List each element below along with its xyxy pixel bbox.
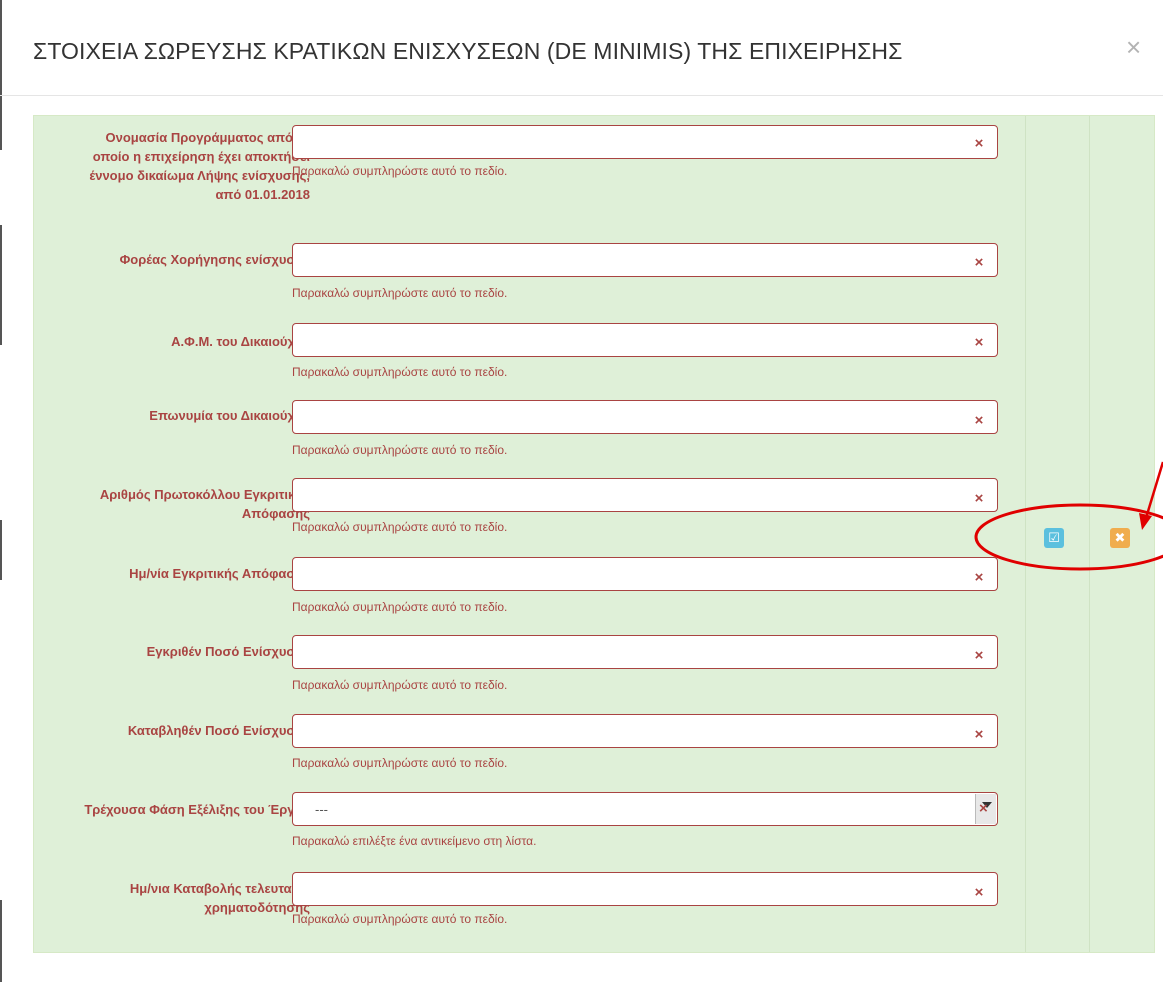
protocol-number-help: Παρακαλώ συμπληρώστε αυτό το πεδίο.	[292, 520, 508, 534]
approved-amount-input[interactable]	[292, 635, 998, 669]
approval-date-label: Ημ/νία Εγκριτικής Απόφασης	[129, 566, 310, 581]
program-name-help: Παρακαλώ συμπληρώστε αυτό το πεδίο.	[292, 164, 508, 178]
clear-icon[interactable]: ×	[972, 335, 986, 350]
approved-amount-help: Παρακαλώ συμπληρώστε αυτό το πεδίο.	[292, 678, 508, 692]
times-icon: ✖	[1114, 530, 1126, 545]
close-icon[interactable]: ×	[1126, 34, 1141, 60]
clear-icon[interactable]: ×	[972, 491, 986, 506]
protocol-number-input[interactable]	[292, 478, 998, 512]
dropdown-toggle[interactable]: ×	[975, 794, 996, 824]
clear-icon[interactable]: ×	[972, 727, 986, 742]
modal-header: ΣΤΟΙΧΕΙΑ ΣΩΡΕΥΣΗΣ ΚΡΑΤΙΚΩΝ ΕΝΙΣΧΥΣΕΩΝ (D…	[0, 0, 1163, 96]
deminimis-form-row: Ονομασία Προγράμματος από το οποίο η επι…	[33, 115, 1155, 953]
beneficiary-vat-input[interactable]	[292, 323, 998, 357]
protocol-number-label: Αριθμός Πρωτοκόλλου Εγκριτικής Απόφασης	[99, 487, 310, 521]
clear-icon[interactable]: ×	[972, 570, 986, 585]
program-name-label: Ονομασία Προγράμματος από το οποίο η επι…	[89, 130, 310, 202]
clear-icon[interactable]: ×	[972, 648, 986, 663]
clear-icon[interactable]: ×	[972, 413, 986, 428]
edit-row-button[interactable]: ☑	[1044, 528, 1064, 548]
approval-date-input[interactable]	[292, 557, 998, 591]
beneficiary-vat-help: Παρακαλώ συμπληρώστε αυτό το πεδίο.	[292, 365, 508, 379]
beneficiary-name-help: Παρακαλώ συμπληρώστε αυτό το πεδίο.	[292, 443, 508, 457]
window-left-edge	[0, 0, 4, 982]
paid-amount-label: Καταβληθέν Ποσό Ενίσχυσης	[127, 723, 310, 738]
clear-icon[interactable]: ×	[972, 885, 986, 900]
check-square-icon: ☑	[1048, 530, 1060, 545]
approval-date-help: Παρακαλώ συμπληρώστε αυτό το πεδίο.	[292, 600, 508, 614]
clear-icon[interactable]: ×	[972, 255, 986, 270]
column-divider	[1025, 116, 1026, 952]
approved-amount-label: Εγκριθέν Ποσό Ενίσχυσης	[146, 644, 310, 659]
project-phase-select[interactable]: --- ×	[292, 792, 998, 826]
delete-row-button[interactable]: ✖	[1110, 528, 1130, 548]
modal-title: ΣΤΟΙΧΕΙΑ ΣΩΡΕΥΣΗΣ ΚΡΑΤΙΚΩΝ ΕΝΙΣΧΥΣΕΩΝ (D…	[33, 38, 903, 64]
column-divider	[1089, 116, 1090, 952]
program-name-input[interactable]	[292, 125, 998, 159]
project-phase-selected-value: ---	[315, 801, 328, 817]
last-payment-date-help: Παρακαλώ συμπληρώστε αυτό το πεδίο.	[292, 912, 508, 926]
clear-icon[interactable]: ×	[972, 136, 986, 151]
last-payment-date-input[interactable]	[292, 872, 998, 906]
clear-icon[interactable]: ×	[979, 800, 988, 817]
project-phase-help: Παρακαλώ επιλέξτε ένα αντικείμενο στη λί…	[292, 834, 537, 848]
granting-body-label: Φορέας Χορήγησης ενίσχυσης	[119, 252, 310, 267]
beneficiary-vat-label: Α.Φ.Μ. του Δικαιούχου	[171, 334, 310, 349]
paid-amount-help: Παρακαλώ συμπληρώστε αυτό το πεδίο.	[292, 756, 508, 770]
granting-body-help: Παρακαλώ συμπληρώστε αυτό το πεδίο.	[292, 286, 508, 300]
paid-amount-input[interactable]	[292, 714, 998, 748]
beneficiary-name-label: Επωνυμία του Δικαιούχου	[149, 408, 310, 423]
last-payment-date-label: Ημ/νια Καταβολής τελευταίας χρηματοδότησ…	[129, 881, 310, 915]
beneficiary-name-input[interactable]	[292, 400, 998, 434]
granting-body-input[interactable]	[292, 243, 998, 277]
project-phase-label: Τρέχουσα Φάση Εξέλιξης του Έργου	[84, 802, 310, 817]
